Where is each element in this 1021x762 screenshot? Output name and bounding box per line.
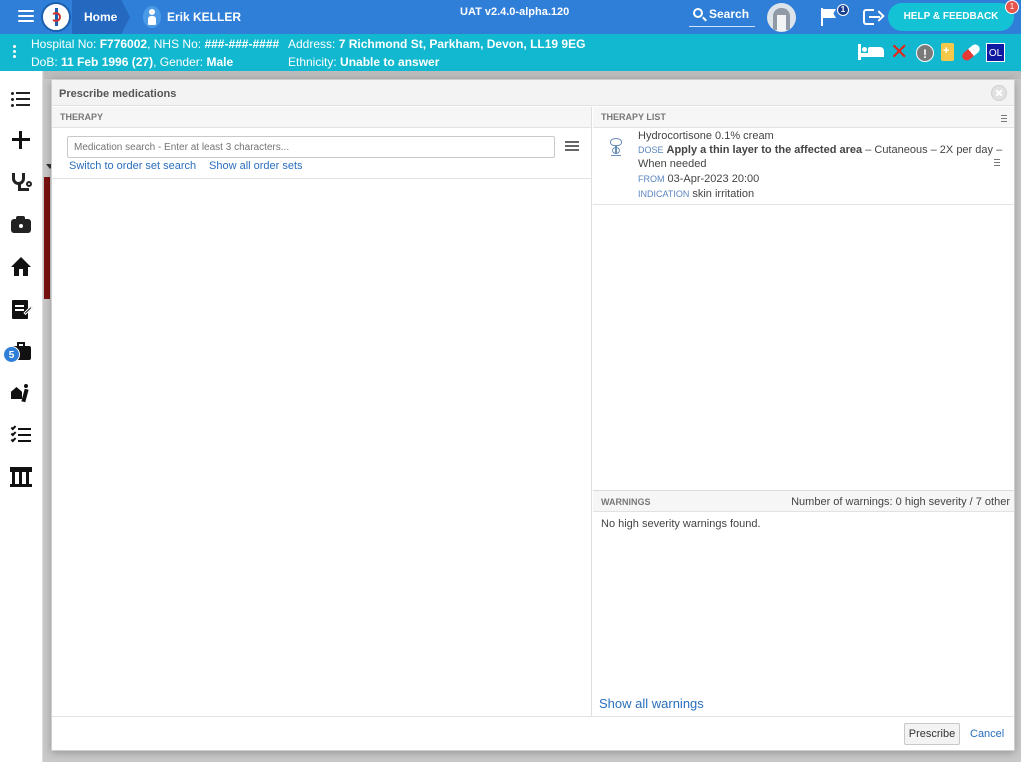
background-page	[44, 71, 1021, 79]
cancel-link[interactable]: Cancel	[970, 728, 1004, 740]
dob: 11 Feb 1996 (27)	[61, 55, 154, 69]
address-label: Address:	[288, 37, 339, 51]
ethnicity: Unable to answer	[340, 55, 440, 69]
patient-demographics: DoB: 11 Feb 1996 (27), Gender: Male	[31, 55, 233, 69]
building-icon[interactable]	[10, 466, 32, 488]
address: 7 Richmond St, Parkham, Devon, LL19 9EG	[338, 37, 586, 51]
environment-label: UAT v2.4.0-alpha.120	[460, 6, 570, 18]
item-menu-icon[interactable]	[994, 159, 1000, 168]
clipboard-icon[interactable]	[941, 43, 954, 61]
dob-label: DoB:	[31, 55, 62, 69]
more-vertical-icon[interactable]	[13, 45, 16, 60]
medication-search-input[interactable]	[67, 136, 555, 158]
nhs-no: ###-###-####	[204, 37, 280, 51]
indication-value: skin irritation	[692, 188, 755, 200]
notification-badge: 5	[3, 346, 20, 363]
user-avatar[interactable]	[767, 3, 796, 32]
alert-icon[interactable]: !	[916, 44, 934, 62]
hospital-no-label: Hospital No:	[31, 37, 100, 51]
therapy-list-item[interactable]: Hydrocortisone 0.1% cream DOSE Apply a th…	[593, 128, 1014, 205]
menu-icon[interactable]	[18, 10, 34, 23]
warnings-count: Number of warnings: 0 high severity / 7 …	[791, 496, 1010, 508]
search-icon	[693, 8, 703, 18]
patient-name[interactable]: Erik KELLER	[167, 10, 241, 24]
dialog-title: Prescribe medications	[59, 88, 177, 100]
dialog-header: Prescribe medications	[52, 80, 1014, 106]
show-all-warnings-link[interactable]: Show all warnings	[599, 696, 704, 711]
logout-icon[interactable]	[863, 9, 885, 25]
gender-label: , Gender:	[153, 55, 207, 69]
resus-status-icon[interactable]: ✕	[890, 40, 908, 65]
therapy-pane: THERAPY Switch to order set search Show …	[52, 107, 592, 716]
stethoscope-icon[interactable]	[10, 172, 32, 194]
dose-line: DOSE Apply a thin layer to the affected a…	[638, 144, 1002, 156]
list-icon[interactable]	[10, 89, 32, 111]
close-icon[interactable]	[991, 85, 1007, 101]
help-feedback-button[interactable]: HELP & FEEDBACK	[888, 3, 1014, 31]
from-date: 03-Apr-2023 20:00	[667, 173, 760, 185]
left-nav: 5	[0, 71, 43, 762]
patient-person-icon	[143, 6, 161, 28]
dose-instruction: Apply a thin layer to the affected area	[666, 144, 863, 156]
patient-ethnicity: Ethnicity: Unable to answer	[288, 55, 439, 69]
plus-icon[interactable]	[10, 129, 32, 151]
therapy-list-pane: THERAPY LIST Hydrocortisone 0.1% cream D…	[593, 107, 1014, 716]
switch-order-set-link[interactable]: Switch to order set search	[69, 160, 196, 172]
search-button[interactable]: Search	[689, 5, 755, 27]
flag-count-badge: 1	[837, 4, 849, 16]
warnings-message: No high severity warnings found.	[601, 518, 761, 530]
search-label: Search	[709, 7, 750, 21]
gender: Male	[206, 55, 234, 69]
help-count-badge: 1	[1005, 0, 1019, 14]
warnings-header: WARNINGS Number of warnings: 0 high seve…	[593, 490, 1014, 512]
bed-icon[interactable]	[858, 44, 884, 60]
dose-tag: DOSE	[638, 145, 664, 155]
dialog-footer: Prescribe Cancel	[52, 716, 1014, 750]
dose-condition: When needed	[638, 158, 707, 170]
from-tag: FROM	[638, 174, 665, 184]
indication-tag: INDICATION	[638, 189, 690, 199]
show-all-order-sets-link[interactable]: Show all order sets	[209, 160, 303, 172]
therapy-header: THERAPY	[52, 107, 591, 128]
therapy-list-header: THERAPY LIST	[593, 107, 1014, 128]
camera-icon[interactable]	[10, 214, 32, 236]
prescribe-button[interactable]: Prescribe	[904, 723, 960, 745]
home-label[interactable]: Home	[84, 10, 117, 24]
running-person-icon[interactable]	[10, 382, 32, 404]
indication-line: INDICATION skin irritation	[638, 188, 754, 200]
patient-ids: Hospital No: F776002, NHS No: ###-###-##…	[31, 37, 279, 51]
search-options-menu-icon[interactable]	[565, 141, 579, 152]
from-line: FROM 03-Apr-2023 20:00	[638, 173, 759, 185]
background-accent-bar	[44, 177, 50, 299]
nhs-no-label: , NHS No:	[147, 37, 205, 51]
hospital-no: F776002	[99, 37, 148, 51]
top-bar: Home Erik KELLER UAT v2.4.0-alpha.120 Se…	[0, 0, 1021, 34]
patient-address: Address: 7 Richmond St, Parkham, Devon, …	[288, 37, 585, 51]
medication-name: Hydrocortisone 0.1% cream	[638, 130, 774, 142]
warnings-title: WARNINGS	[601, 497, 651, 507]
ol-badge[interactable]: OL	[986, 43, 1005, 62]
medication-icon	[608, 138, 624, 158]
prescribe-medications-dialog: Prescribe medications THERAPY Switch to …	[51, 79, 1015, 751]
house-icon[interactable]	[10, 256, 32, 278]
document-edit-icon[interactable]	[10, 298, 33, 320]
ethnicity-label: Ethnicity:	[288, 55, 341, 69]
dose-route-frequency: – Cutaneous – 2X per day –	[862, 144, 1003, 156]
therapy-list-menu-icon[interactable]	[1001, 115, 1007, 124]
medication-pill-icon[interactable]	[960, 42, 982, 63]
divider	[52, 178, 591, 179]
checklist-icon[interactable]	[10, 424, 32, 446]
flag-icon[interactable]	[820, 8, 838, 26]
patient-banner: Hospital No: F776002, NHS No: ###-###-##…	[0, 34, 1021, 71]
app-logo[interactable]	[41, 2, 71, 32]
